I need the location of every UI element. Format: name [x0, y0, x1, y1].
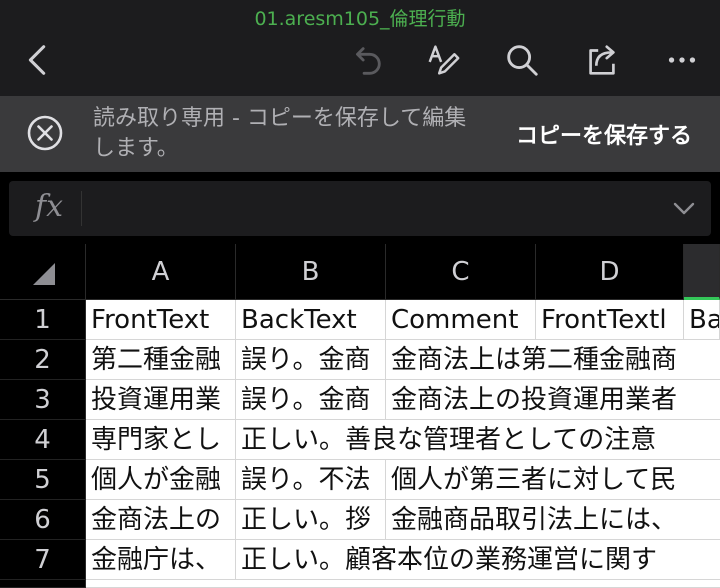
more-button[interactable]	[658, 36, 706, 84]
spreadsheet-grid[interactable]: A B C D 1 2 3 4 5 6 7 FrontText BackText…	[0, 244, 720, 588]
read-only-banner: 読み取り専用 - コピーを保存して編集します。 コピーを保存する	[0, 96, 720, 172]
row-header[interactable]: 7	[0, 540, 86, 580]
cell-d1[interactable]: FrontTextl	[536, 300, 684, 340]
chevron-left-icon	[28, 45, 46, 75]
cell-a7[interactable]: 金融庁は、	[86, 540, 236, 580]
formula-input[interactable]: fx	[9, 181, 711, 236]
cell-c1[interactable]: Comment	[386, 300, 536, 340]
cell-b3[interactable]: 誤り。金商	[236, 380, 386, 420]
cell-a5[interactable]: 個人が金融	[86, 460, 236, 500]
search-icon	[507, 45, 538, 76]
cell-c6[interactable]: 金融商品取引法上には、	[386, 500, 720, 540]
cell-a2[interactable]: 第二種金融	[86, 340, 236, 380]
cell-a6[interactable]: 金商法上の	[86, 500, 236, 540]
select-all-corner[interactable]	[0, 244, 86, 300]
search-button[interactable]	[498, 36, 546, 84]
cell-b1[interactable]: BackText	[236, 300, 386, 340]
cell-c2[interactable]: 金商法上は第二種金融商	[386, 340, 720, 380]
cell-c5[interactable]: 個人が第三者に対して民	[386, 460, 720, 500]
undo-icon	[356, 47, 381, 75]
cell-b5[interactable]: 誤り。不法	[236, 460, 386, 500]
row-header[interactable]: 5	[0, 460, 86, 500]
chevron-down-icon[interactable]	[671, 195, 697, 221]
cell-b7[interactable]: 正しい。顧客本位の業務運営に関す	[236, 540, 720, 580]
cell-a3[interactable]: 投資運用業	[86, 380, 236, 420]
file-name: 01.aresm105_倫理行動	[254, 8, 466, 30]
close-icon[interactable]	[26, 114, 64, 152]
save-copy-button[interactable]: コピーを保存する	[516, 118, 692, 150]
fx-label: fx	[35, 189, 64, 224]
cell-b6[interactable]: 正しい。拶	[236, 500, 386, 540]
column-header-a[interactable]: A	[86, 244, 236, 300]
select-all-icon	[33, 263, 55, 285]
text-edit-icon	[428, 45, 460, 75]
cell-a1[interactable]: FrontText	[86, 300, 236, 340]
cell-b2[interactable]: 誤り。金商	[236, 340, 386, 380]
column-header-d[interactable]: D	[536, 244, 684, 300]
title-bar: 01.aresm105_倫理行動	[0, 0, 720, 96]
column-header-e[interactable]	[684, 244, 720, 300]
undo-button[interactable]	[342, 36, 390, 84]
row-header[interactable]	[0, 580, 86, 588]
cell-a4[interactable]: 専門家とし	[86, 420, 236, 460]
row-header[interactable]: 3	[0, 380, 86, 420]
formula-bar: fx	[0, 172, 720, 244]
row-header[interactable]: 4	[0, 420, 86, 460]
cell-c3[interactable]: 金商法上の投資運用業者	[386, 380, 720, 420]
share-button[interactable]	[578, 36, 626, 84]
column-header-c[interactable]: C	[386, 244, 536, 300]
row-header[interactable]: 6	[0, 500, 86, 540]
back-button[interactable]	[14, 36, 62, 84]
text-edit-button[interactable]	[419, 36, 467, 84]
banner-message: 読み取り専用 - コピーを保存して編集します。	[93, 106, 467, 161]
cell-e1[interactable]: Ba	[684, 300, 720, 340]
cell-b4[interactable]: 正しい。善良な管理者としての注意	[236, 420, 720, 460]
column-header-b[interactable]: B	[236, 244, 386, 300]
row-header[interactable]: 2	[0, 340, 86, 380]
cell-row-8[interactable]	[86, 580, 720, 588]
divider	[81, 191, 82, 226]
more-icon	[668, 57, 696, 63]
share-icon	[589, 45, 615, 75]
row-header[interactable]: 1	[0, 300, 86, 340]
